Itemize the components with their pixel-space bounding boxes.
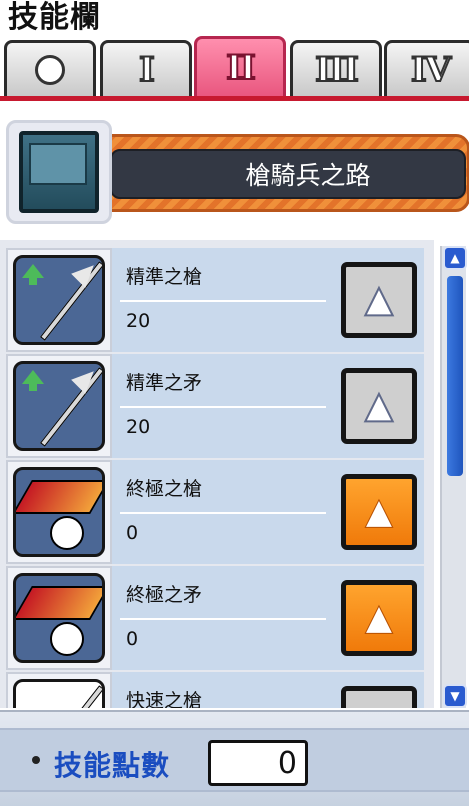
up-arrow-icon: ▲ <box>364 279 394 320</box>
final-attack-mark <box>16 586 102 620</box>
skill-points-box: 0 <box>208 740 308 786</box>
tab-fourth-job[interactable]: IV <box>384 40 469 96</box>
tab-label: III <box>314 49 360 91</box>
path-title-box: 槍騎兵之路 <box>110 149 466 199</box>
skill-info: 精準之矛 20 <box>112 354 334 458</box>
arrow-up-icon <box>22 264 44 285</box>
book-cover <box>19 131 99 213</box>
skill-points-value: 0 <box>277 745 297 781</box>
up-arrow-icon: ▲ <box>365 491 394 532</box>
skill-icon-frame <box>6 248 112 352</box>
skill-row[interactable]: 終極之槍 0 ▲ <box>6 460 424 564</box>
skill-info: 快速之槍 <box>112 672 334 708</box>
spear-mastery-icon <box>13 255 105 345</box>
final-attack-figure <box>50 622 84 656</box>
skill-book-icon <box>6 120 112 224</box>
scroll-thumb[interactable] <box>447 276 463 476</box>
skill-list-scrollbar[interactable]: ▲ ▼ <box>440 246 467 708</box>
skill-divider <box>120 300 326 302</box>
skill-name: 終極之槍 <box>126 478 203 500</box>
skill-info: 精準之槍 20 <box>112 248 334 352</box>
skill-level: 0 <box>126 628 139 650</box>
final-attack-mark <box>16 480 102 514</box>
skill-divider <box>120 406 326 408</box>
skill-button-area: ▲ <box>334 672 424 708</box>
skill-level: 20 <box>126 310 151 332</box>
tab-beginner[interactable] <box>4 40 96 96</box>
arrow-up-icon <box>22 370 44 391</box>
up-arrow-icon: ▲ <box>364 385 394 426</box>
chevron-up-icon: ▲ <box>450 251 460 265</box>
skill-row[interactable]: 快速之槍 ▲ <box>6 672 424 708</box>
spear-shape <box>40 685 102 708</box>
skill-upgrade-button[interactable]: ▲ <box>341 474 417 550</box>
skill-button-area: ▲ <box>334 248 424 352</box>
skill-icon-frame <box>6 672 112 708</box>
skill-divider <box>120 512 326 514</box>
spear-booster-icon <box>13 679 105 708</box>
tab-label: IV <box>410 49 452 91</box>
chevron-down-icon: ▼ <box>450 689 460 703</box>
tab-underline <box>0 96 469 101</box>
tab-label: I <box>138 49 156 91</box>
skill-points-label: 技能點數 <box>54 749 171 782</box>
bullet-icon <box>32 756 40 764</box>
skill-button-area: ▲ <box>334 354 424 458</box>
skill-button-area: ▲ <box>334 460 424 564</box>
skill-info: 終極之槍 0 <box>112 460 334 564</box>
window-title: 技能欄 <box>8 0 101 35</box>
skill-upgrade-button[interactable]: ▲ <box>341 262 417 338</box>
skill-row[interactable]: 終極之矛 0 ▲ <box>6 566 424 670</box>
skill-name: 快速之槍 <box>126 690 203 708</box>
path-name: 槍騎兵之路 <box>245 161 371 190</box>
skill-level: 0 <box>126 522 139 544</box>
skill-upgrade-button[interactable]: ▲ <box>341 580 417 656</box>
job-path-header: 槍騎兵之路 <box>6 118 469 224</box>
spear-tip-shape <box>71 258 101 288</box>
skill-upgrade-button[interactable]: ▲ <box>341 686 417 708</box>
skill-name: 精準之矛 <box>126 372 203 394</box>
final-attack-figure <box>50 516 84 550</box>
final-attack-spear-icon <box>13 467 105 557</box>
tab-second-job[interactable]: II <box>194 36 286 96</box>
window-title-bar: 技能欄 <box>0 0 469 35</box>
polearm-mastery-icon <box>13 361 105 451</box>
skill-button-area: ▲ <box>334 566 424 670</box>
skill-icon-frame <box>6 354 112 458</box>
skill-row[interactable]: 精準之槍 20 ▲ <box>6 248 424 352</box>
circle-icon <box>35 54 65 85</box>
skill-points-footer: 技能點數 0 <box>0 710 469 806</box>
skill-icon-frame <box>6 566 112 670</box>
skill-upgrade-button[interactable]: ▲ <box>341 368 417 444</box>
tab-first-job[interactable]: I <box>100 40 192 96</box>
polearm-blade-shape <box>71 364 101 394</box>
skill-level: 20 <box>126 416 151 438</box>
skill-icon-frame <box>6 460 112 564</box>
skill-name: 終極之矛 <box>126 584 203 606</box>
skill-row[interactable]: 精準之矛 20 ▲ <box>6 354 424 458</box>
scroll-up-button[interactable]: ▲ <box>443 246 467 270</box>
skill-info: 終極之矛 0 <box>112 566 334 670</box>
job-tabs: I II III IV <box>0 36 469 100</box>
up-arrow-icon: ▲ <box>365 597 394 638</box>
tab-third-job[interactable]: III <box>290 40 382 96</box>
final-attack-polearm-icon <box>13 573 105 663</box>
skill-divider <box>120 618 326 620</box>
tab-label: II <box>225 47 257 89</box>
up-arrow-icon: ▲ <box>364 705 394 709</box>
skill-name: 精準之槍 <box>126 266 203 288</box>
skill-list: 精準之槍 20 ▲ 精準之矛 20 ▲ 終極之槍 0 ▲ 終極之矛 0 ▲ 快速… <box>0 240 434 708</box>
scroll-down-button[interactable]: ▼ <box>443 684 467 708</box>
